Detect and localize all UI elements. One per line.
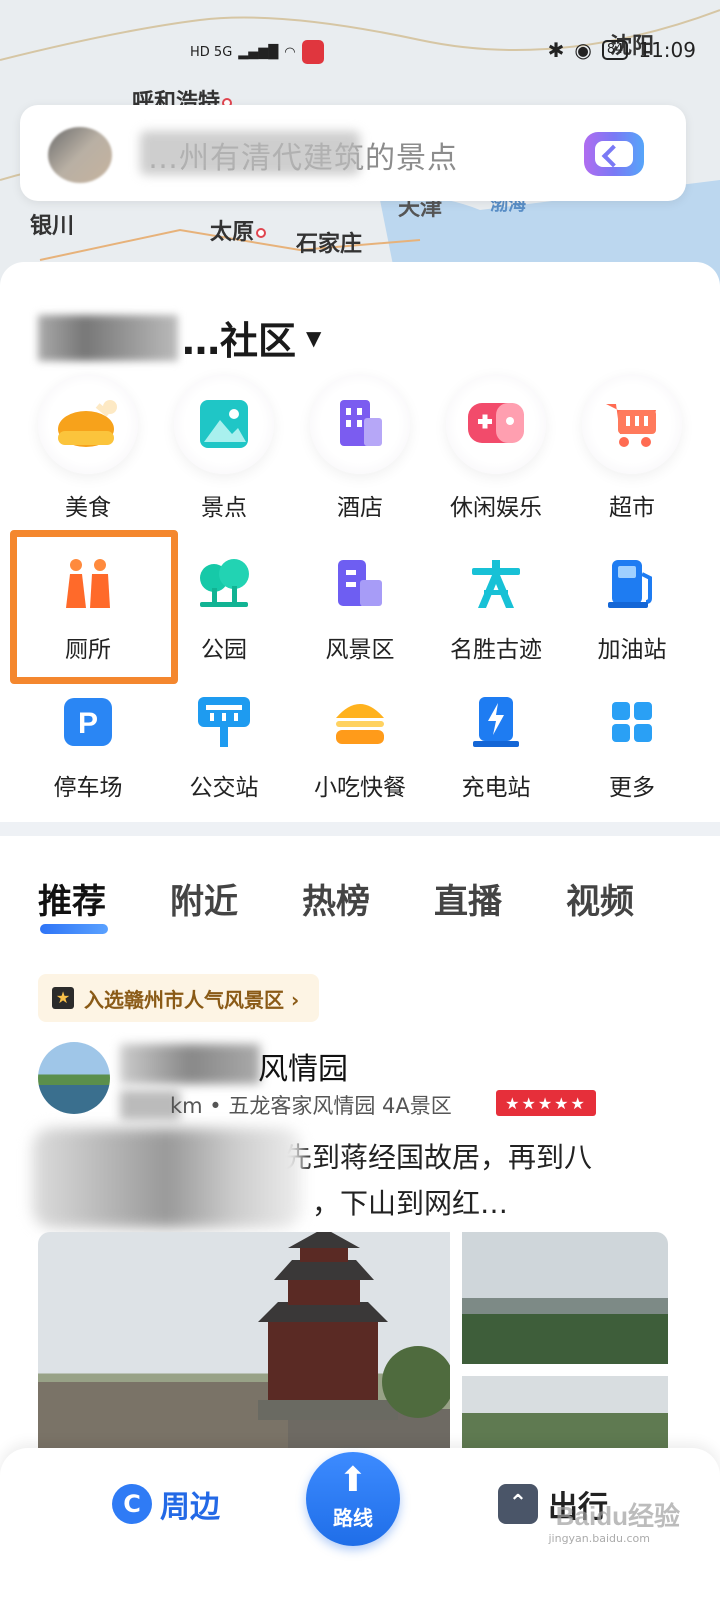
search-blur-mask — [140, 131, 360, 175]
nav-route-label: 路线 — [333, 1506, 373, 1530]
category-label: 更多 — [609, 775, 655, 801]
bluetooth-icon: ✱ — [547, 38, 565, 62]
category-food[interactable]: 美食 — [20, 374, 156, 522]
hotel-building-icon — [310, 374, 410, 474]
city-label-shijiazhuang: 石家庄 — [296, 232, 363, 257]
category-row-1: 美食 景点 酒店 休闲娱乐 超市 — [20, 374, 700, 522]
baidu-watermark: Baidu经验 — [555, 1501, 680, 1531]
more-grid-icon — [600, 690, 664, 754]
food-drumstick-icon — [38, 374, 138, 474]
baidu-watermark-url: jingyan.baidu.com — [548, 1532, 650, 1545]
category-supermarket[interactable]: 超市 — [564, 374, 700, 522]
category-more[interactable]: 更多 — [564, 690, 700, 802]
mic-recording-icon — [301, 40, 324, 64]
category-sheet: …社区 ▼ 美食 景点 酒店 休闲娱乐 超市 厕所 公园 风景区 名胜古迹 加油… — [0, 262, 720, 822]
tab-nearby[interactable]: 附近 — [170, 874, 302, 923]
poi-title[interactable]: 风情园 — [258, 1044, 348, 1088]
route-arrow-icon: ⬆ — [338, 1460, 368, 1500]
trip-icon: ⌃ — [498, 1484, 538, 1524]
status-bar: HD 5G ▂▄▆█ ◠ ✱ ◉ 84 11:09 — [0, 36, 720, 72]
scenic-picture-icon — [174, 374, 274, 474]
status-right: ✱ ◉ 84 11:09 — [548, 38, 696, 62]
parking-icon: P — [56, 690, 120, 754]
ranking-badge[interactable]: ★ 入选赣州市人气风景区 › — [38, 974, 320, 1022]
search-card[interactable]: …州有清代建筑的景点 — [20, 105, 686, 201]
toilet-highlight-box — [10, 530, 178, 684]
historic-site-icon — [464, 552, 528, 616]
gas-station-icon — [600, 552, 664, 616]
location-name: …社区 — [182, 319, 297, 363]
star-icon: ★ — [52, 987, 74, 1009]
category-row-3: P 停车场 公交站 小吃快餐 充电站 更多 — [20, 690, 700, 802]
nav-route-button[interactable]: ⬆ 路线 — [306, 1452, 400, 1546]
park-tree-icon — [192, 552, 256, 616]
user-avatar[interactable] — [48, 127, 112, 183]
category-label: 小吃快餐 — [314, 775, 406, 801]
category-label: 名胜古迹 — [450, 637, 542, 663]
category-entertainment[interactable]: 休闲娱乐 — [428, 374, 564, 522]
title-blur-mask — [120, 1044, 260, 1084]
gamepad-icon — [446, 374, 546, 474]
tab-recommend[interactable]: 推荐 — [38, 874, 170, 923]
nearby-icon: C — [112, 1484, 152, 1524]
poi-photo-river[interactable] — [462, 1232, 668, 1364]
category-gas-station[interactable]: 加油站 — [564, 552, 700, 664]
category-label: 休闲娱乐 — [450, 495, 542, 521]
poi-avatar[interactable] — [38, 1042, 110, 1114]
category-historic-site[interactable]: 名胜古迹 — [428, 552, 564, 664]
tab-hot-list[interactable]: 热榜 — [302, 874, 434, 923]
category-label: 充电站 — [461, 775, 531, 801]
city-label-taiyuan: 太原 — [210, 214, 267, 246]
location-selector[interactable]: …社区 ▼ — [38, 310, 321, 365]
tab-live[interactable]: 直播 — [434, 874, 566, 923]
pavilion-tower-image — [38, 1232, 450, 1468]
active-tab-indicator — [40, 924, 108, 934]
category-hotel[interactable]: 酒店 — [292, 374, 428, 522]
wifi-icon: ◠ — [284, 44, 296, 60]
ai-assistant-button[interactable] — [584, 132, 644, 176]
bus-stop-icon — [192, 690, 256, 754]
category-label: 公园 — [201, 637, 247, 663]
scenic-area-building-icon — [328, 552, 392, 616]
category-label: 停车场 — [53, 775, 123, 801]
burger-icon — [328, 690, 392, 754]
signal-icon: ▂▄▆█ — [238, 44, 279, 60]
category-label: 美食 — [65, 495, 111, 521]
network-label: HD 5G — [190, 44, 233, 60]
category-parking[interactable]: P 停车场 — [20, 690, 156, 802]
city-label-yinchuan: 银川 — [30, 214, 75, 239]
ai-assistant-icon — [595, 141, 633, 167]
category-scenic-area[interactable]: 风景区 — [292, 552, 428, 664]
category-label: 公交站 — [189, 775, 259, 801]
badge-text: 入选赣州市人气风景区 › — [84, 987, 300, 1012]
feed-tabs: 推荐 附近 热榜 直播 视频 — [38, 874, 698, 923]
nav-nearby-label: 周边 — [160, 1490, 220, 1525]
status-left: HD 5G ▂▄▆█ ◠ — [190, 40, 324, 64]
category-label: 风景区 — [325, 637, 395, 663]
category-bus-stop[interactable]: 公交站 — [156, 690, 292, 802]
category-charging[interactable]: 充电站 — [428, 690, 564, 802]
charging-station-icon — [464, 690, 528, 754]
category-snack[interactable]: 小吃快餐 — [292, 690, 428, 802]
category-scenic[interactable]: 景点 — [156, 374, 292, 522]
category-label: 酒店 — [337, 495, 383, 521]
svg-text:P: P — [78, 707, 98, 740]
category-label: 超市 — [609, 495, 655, 521]
description-blur-mask — [32, 1128, 302, 1228]
clock: 11:09 — [638, 38, 696, 62]
bottom-nav: C 周边 ⬆ 路线 ⌃ 出行 Baidu经验 jingyan.baidu.com — [0, 1448, 720, 1600]
category-label: 加油站 — [597, 637, 667, 663]
shopping-cart-icon — [582, 374, 682, 474]
category-label: 景点 — [201, 495, 247, 521]
location-blur-mask — [38, 314, 178, 361]
location-icon: ◉ — [574, 38, 592, 62]
battery-icon: 84 — [601, 40, 629, 60]
poi-photo-main[interactable] — [38, 1232, 450, 1468]
poi-meta: km • 五龙客家风情园 4A景区 — [170, 1094, 452, 1118]
tab-video[interactable]: 视频 — [566, 874, 698, 923]
rating-stars: ★★★★★ — [496, 1090, 596, 1116]
caret-down-icon: ▼ — [306, 325, 322, 350]
poi-description-line2: ，下山到网红… — [312, 1187, 509, 1220]
nav-nearby-button[interactable]: C 周边 — [112, 1482, 220, 1526]
